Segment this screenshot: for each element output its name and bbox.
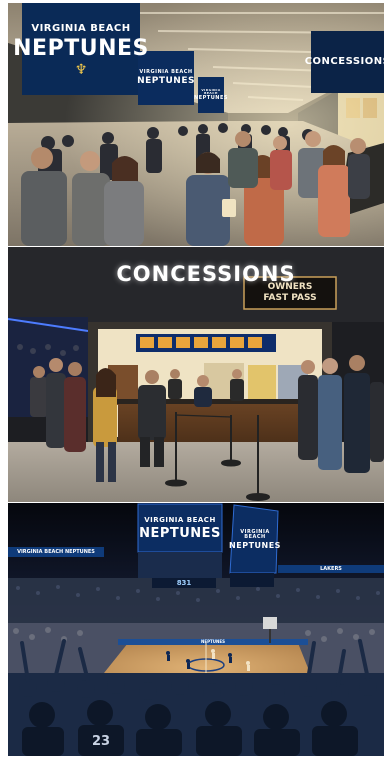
jumbotron-left-line2: NEPTUNES	[139, 525, 221, 541]
neptunes-sign-main: VIRGINIA BEACH NEPTUNES ♆	[13, 7, 148, 93]
jumbotron-left-line1: VIRGINIA BEACH	[144, 515, 216, 524]
scoreboard-readout: 831	[152, 578, 216, 588]
sign-second-line1: VIRGINIA BEACH	[139, 69, 193, 75]
sign-third-line2: NEPTUNES	[194, 95, 228, 101]
trident-logo-icon: ♆	[74, 61, 88, 78]
ribbon-left-text: VIRGINIA BEACH NEPTUNES	[17, 548, 95, 555]
jumbotron-right-line1: VIRGINIA BEACH	[240, 529, 270, 540]
score-text: 831	[176, 578, 192, 587]
concessions-sign-concourse-text: CONCESSIONS	[304, 56, 384, 67]
ribbon-right-text: LAKERS	[320, 565, 342, 572]
ribbon-board-right: LAKERS	[278, 565, 384, 573]
sign-main-line2: NEPTUNES	[13, 35, 149, 61]
sign-main-line1: VIRGINIA BEACH	[31, 22, 131, 34]
concessions-sign-concourse: CONCESSIONS	[305, 33, 384, 91]
concessions-photo: CONCESSIONS OWNERS FAST PASS	[8, 247, 384, 502]
sign-second-line2: NEPTUNES	[137, 76, 195, 86]
jumbotron-right-line2: NEPTUNES	[229, 541, 281, 550]
neptunes-sign-second: VIRGINIA BEACH NEPTUNES	[137, 53, 195, 103]
fast-pass-line1: OWNERS	[267, 282, 313, 292]
fast-pass-line2: FAST PASS	[263, 293, 317, 303]
court-sideline-text: NEPTUNES	[118, 639, 308, 645]
arena-photo: VIRGINIA BEACH NEPTUNES VIRGINIA BEACH N…	[8, 503, 384, 756]
court-text: NEPTUNES	[201, 639, 225, 644]
concourse-photo: VIRGINIA BEACH NEPTUNES ♆ VIRGINIA BEACH…	[8, 3, 384, 246]
jumbotron-left: VIRGINIA BEACH NEPTUNES	[138, 506, 222, 550]
ribbon-board-left: VIRGINIA BEACH NEPTUNES	[8, 547, 104, 557]
jumbotron-right: VIRGINIA BEACH NEPTUNES	[229, 509, 281, 571]
jersey-number-text: 23	[91, 733, 111, 749]
fan-jersey-number: 23	[78, 731, 124, 751]
neptunes-sign-third: VIRGINIA BEACH NEPTUNES	[194, 79, 227, 111]
owners-fast-pass-sign: OWNERS FAST PASS	[244, 277, 336, 309]
